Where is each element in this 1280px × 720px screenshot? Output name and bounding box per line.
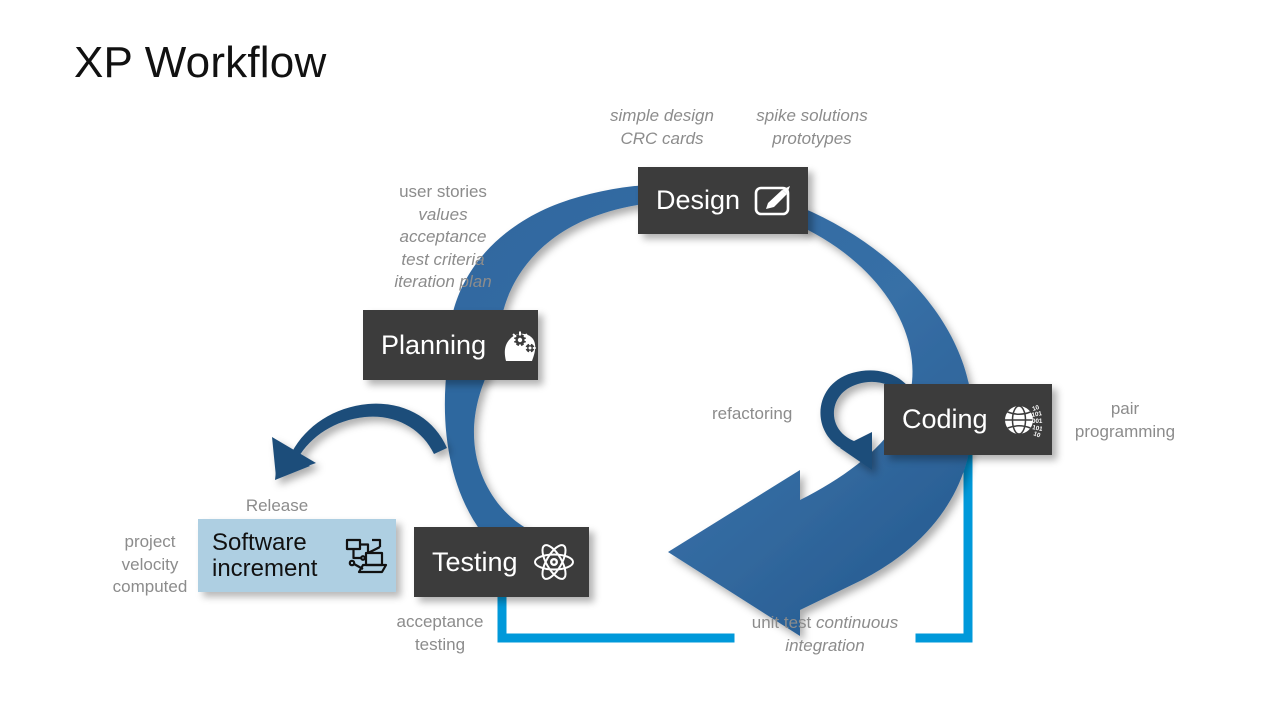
atom-icon — [518, 542, 576, 582]
svg-text:10: 10 — [1032, 430, 1042, 439]
stage-box-design[interactable]: Design — [638, 167, 808, 234]
note-line: testing — [414, 634, 466, 654]
note-unit-test-ci: unit test continuous integration — [742, 612, 908, 657]
note-line: user stories — [399, 182, 487, 201]
globe-binary-icon: 10 101 001 101 10 — [988, 401, 1048, 439]
note-line: test criteria — [401, 249, 485, 269]
stage-box-planning[interactable]: Planning — [363, 310, 538, 380]
note-simple-design: simple design CRC cards — [600, 105, 724, 150]
note-line: CRC cards — [620, 128, 704, 148]
note-line: acceptance — [399, 227, 487, 247]
note-acceptance-testing: acceptance testing — [378, 611, 502, 656]
release-arrow — [272, 403, 447, 480]
xp-workflow-diagram: XP Workflow Design Planning Coding 10 10… — [0, 0, 1280, 720]
note-line: velocity — [121, 554, 179, 574]
stage-box-coding[interactable]: Coding 10 101 001 101 10 — [884, 384, 1052, 455]
note-line: prototypes — [772, 128, 852, 148]
note-refactoring: refactoring — [712, 403, 816, 426]
note-planning-inputs: user stories values acceptance test crit… — [382, 181, 504, 294]
note-line: spike solutions — [756, 106, 868, 125]
stage-label-coding: Coding — [902, 404, 988, 434]
note-project-velocity: project velocity computed — [96, 531, 204, 599]
note-line: pair — [1110, 399, 1140, 418]
note-line: simple design — [610, 106, 714, 125]
note-line: acceptance — [396, 612, 484, 631]
note-line: iteration plan — [394, 272, 492, 292]
note-continuous: continuous — [816, 613, 899, 632]
note-line: unit test continuous — [742, 612, 908, 635]
note-line: computed — [112, 577, 188, 597]
note-line: programming — [1074, 421, 1176, 441]
note-line: refactoring — [712, 404, 793, 423]
stage-label-planning: Planning — [381, 329, 487, 360]
head-gears-icon — [486, 327, 540, 363]
paintbrush-icon — [740, 184, 794, 218]
stage-label-testing: Testing — [432, 546, 518, 577]
note-line: project — [124, 532, 176, 551]
software-increment-label: Software increment — [212, 529, 318, 582]
stage-box-testing[interactable]: Testing — [414, 527, 589, 597]
computer-network-icon — [342, 534, 388, 578]
software-increment-box[interactable]: Software increment — [198, 519, 396, 592]
note-unit-test-plain: unit test — [751, 613, 817, 632]
note-line: Release — [245, 496, 309, 515]
note-release: Release — [228, 495, 326, 518]
note-integration: integration — [785, 635, 865, 655]
stage-label-design: Design — [656, 185, 741, 215]
note-line: values — [418, 204, 468, 224]
note-spike-solutions: spike solutions prototypes — [746, 105, 878, 150]
note-pair-programming: pair programming — [1060, 398, 1190, 443]
